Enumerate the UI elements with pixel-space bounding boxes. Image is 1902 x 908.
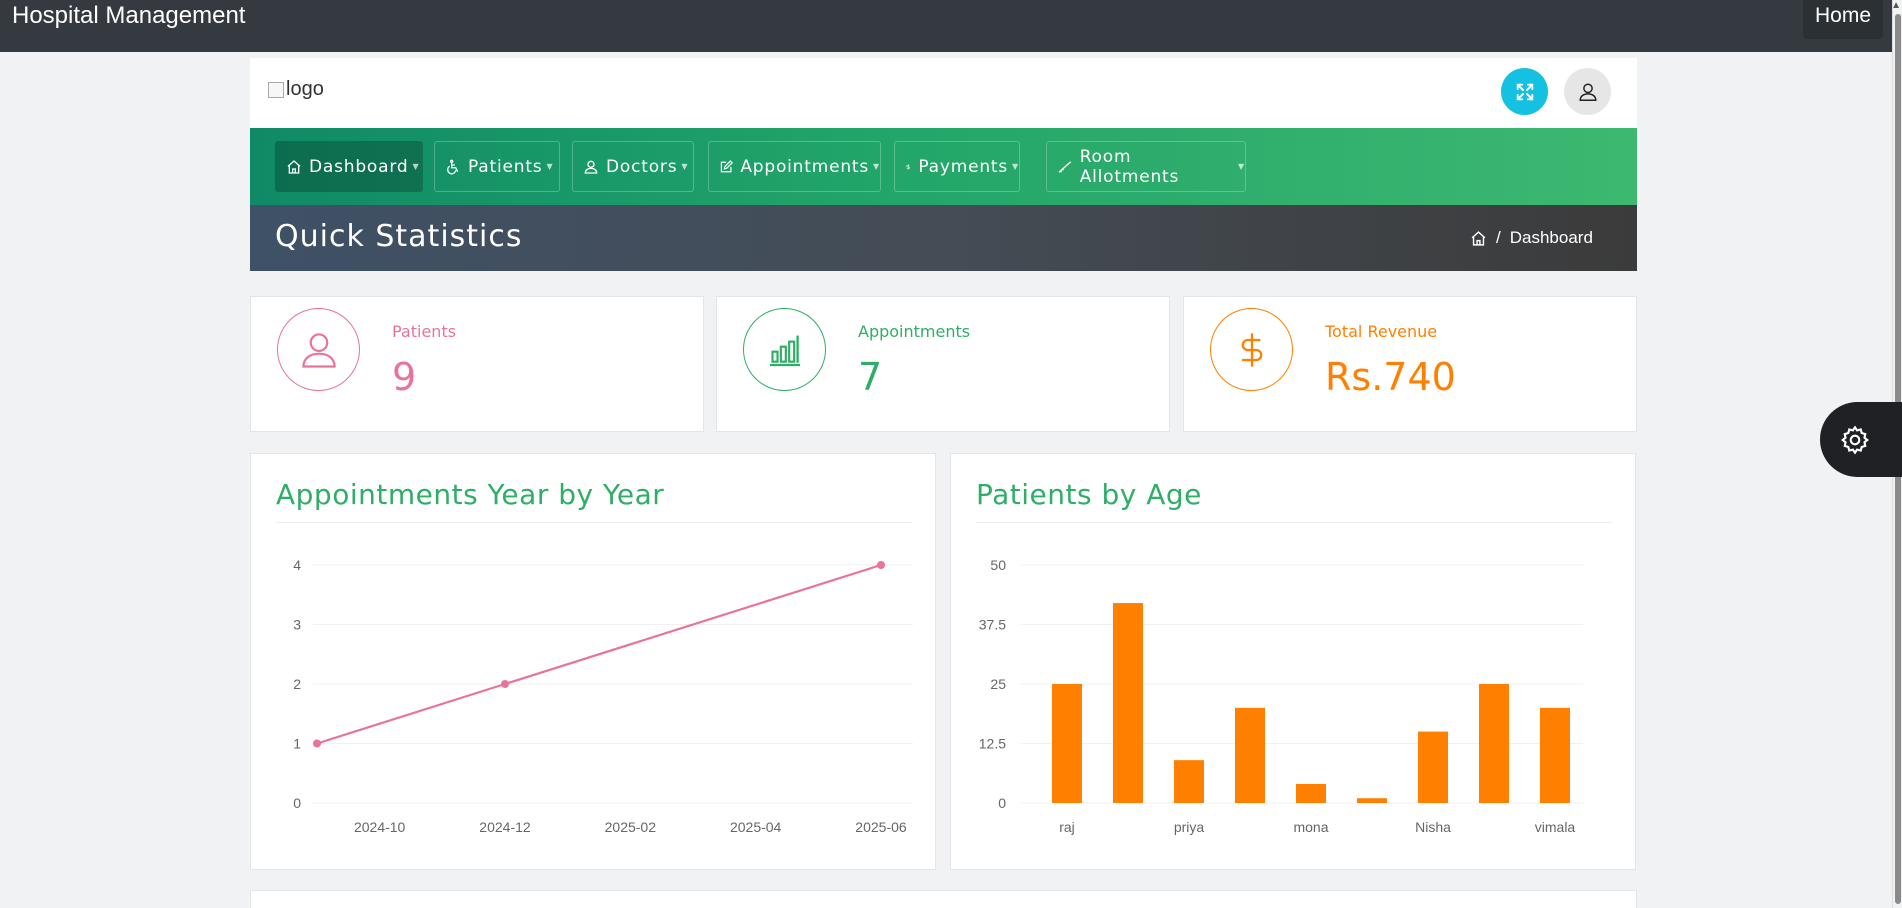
page-header: Quick Statistics / Dashboard [250, 205, 1637, 271]
header-card: logo [250, 58, 1637, 128]
breadcrumb-current: Dashboard [1509, 228, 1593, 247]
home-icon[interactable] [1470, 230, 1487, 247]
y-tick-label: 50 [990, 557, 1006, 573]
y-tick-label: 2 [293, 676, 301, 692]
nav-appointments[interactable]: Appointments ▼ [708, 141, 881, 192]
y-tick-label: 25 [990, 676, 1006, 692]
scroll-up-icon[interactable]: ▲ [1891, 0, 1901, 11]
x-tick-label: 2024-12 [479, 819, 531, 835]
nav-label: Appointments [740, 156, 870, 177]
bar-chart: 0 12.5 25 37.5 50 raj priya mona Nisha vimala [979, 557, 1583, 835]
x-tick-label: priya [1174, 819, 1205, 835]
nav-patients[interactable]: Patients ▼ [434, 141, 560, 192]
caret-down-icon: ▼ [1238, 162, 1245, 171]
chart-card-appointments: Appointments Year by Year 0 1 2 3 4 2024-10 20… [250, 453, 936, 870]
line-chart: 0 1 2 3 4 2024-10 2024-12 2025-02 2025-04 2025-06 [293, 557, 913, 835]
x-tick-label: 2025-06 [855, 819, 907, 835]
bar [1357, 798, 1387, 803]
home-icon [287, 159, 301, 174]
y-tick-label: 0 [293, 795, 301, 811]
page-title: Quick Statistics [275, 219, 523, 254]
nav-label: Dashboard [309, 156, 409, 177]
stat-icon-circle [277, 308, 360, 391]
stat-value: 9 [392, 355, 417, 399]
x-tick-label: 2024-10 [354, 819, 406, 835]
data-point [877, 561, 885, 569]
stat-label: Total Revenue [1325, 322, 1438, 341]
bar [1113, 603, 1143, 803]
user-icon [1578, 82, 1597, 101]
x-tick-label: raj [1059, 819, 1075, 835]
bed-icon [1058, 160, 1072, 173]
nav-label: Patients [468, 156, 543, 177]
gear-icon [1841, 424, 1869, 455]
bar [1540, 707, 1570, 803]
stat-icon-circle [1210, 308, 1293, 391]
caret-down-icon: ▼ [546, 162, 554, 171]
user-icon [301, 332, 336, 368]
x-tick-label: vimala [1535, 819, 1576, 835]
user-icon [584, 160, 598, 174]
stat-label: Appointments [858, 322, 971, 341]
y-tick-label: 3 [293, 617, 301, 633]
bar [1296, 783, 1326, 803]
user-menu-button[interactable] [1564, 68, 1611, 115]
expand-icon [1516, 83, 1533, 100]
logo[interactable]: logo [268, 78, 324, 101]
y-tick-label: 1 [293, 736, 301, 752]
data-point [501, 680, 509, 688]
y-tick-label: 12.5 [979, 736, 1006, 752]
bar [1174, 760, 1204, 803]
nav-dashboard[interactable]: Dashboard ▼ [275, 141, 423, 192]
chart-card-patients-age: Patients by Age 0 12.5 25 37.5 50 raj priya mon… [950, 453, 1636, 870]
broken-image-icon [268, 81, 284, 98]
stat-card-patients: Patients 9 [250, 296, 704, 432]
nav-label: Room Allotments [1079, 146, 1180, 187]
settings-button[interactable] [1820, 402, 1902, 477]
x-tick-label: mona [1293, 819, 1328, 835]
caret-down-icon: ▼ [681, 162, 689, 171]
caret-down-icon: ▼ [1012, 162, 1019, 171]
breadcrumb: / Dashboard [1470, 228, 1593, 248]
dollar-icon [906, 163, 910, 170]
bar [1479, 684, 1509, 803]
bar [1235, 707, 1265, 803]
bar [1418, 731, 1448, 803]
data-point [313, 739, 321, 748]
y-tick-label: 4 [293, 557, 301, 573]
y-tick-label: 37.5 [979, 617, 1006, 633]
nav-label: Payments [918, 156, 1009, 177]
stat-value: Rs.740 [1325, 355, 1456, 399]
nav-label: Doctors [606, 156, 678, 177]
x-tick-label: 2025-04 [730, 819, 782, 835]
stat-icon-circle [743, 308, 826, 391]
nav-room-allotments[interactable]: Room Allotments ▼ [1046, 141, 1246, 192]
top-navbar: Hospital Management Home [0, 0, 1902, 52]
y-tick-label: 0 [998, 795, 1006, 811]
stat-card-appointments: Appointments 7 [716, 296, 1170, 432]
home-link[interactable]: Home [1803, 0, 1884, 39]
stat-value: 7 [858, 355, 883, 399]
dollar-icon [1241, 332, 1262, 367]
x-tick-label: 2025-02 [605, 819, 657, 835]
bar-chart-icon [769, 335, 800, 366]
caret-down-icon: ▼ [873, 162, 880, 171]
x-tick-label: Nisha [1415, 819, 1451, 835]
series-line [316, 563, 882, 745]
nav-doctors[interactable]: Doctors ▼ [572, 141, 694, 192]
breadcrumb-separator: / [1496, 228, 1501, 247]
app-title[interactable]: Hospital Management [12, 2, 245, 30]
wheelchair-icon [447, 159, 459, 174]
edit-icon [720, 159, 733, 172]
stat-card-revenue: Total Revenue Rs.740 [1183, 296, 1637, 432]
logo-alt-text: logo [286, 78, 324, 100]
nav-payments[interactable]: Payments ▼ [894, 141, 1020, 192]
caret-down-icon: ▼ [412, 162, 420, 171]
bottom-card [250, 890, 1637, 908]
bar [1052, 684, 1082, 803]
fullscreen-button[interactable] [1501, 68, 1548, 115]
main-nav: Dashboard ▼ Patients ▼ Doctors ▼ Appointmen… [250, 128, 1637, 205]
stat-label: Patients [392, 322, 457, 341]
